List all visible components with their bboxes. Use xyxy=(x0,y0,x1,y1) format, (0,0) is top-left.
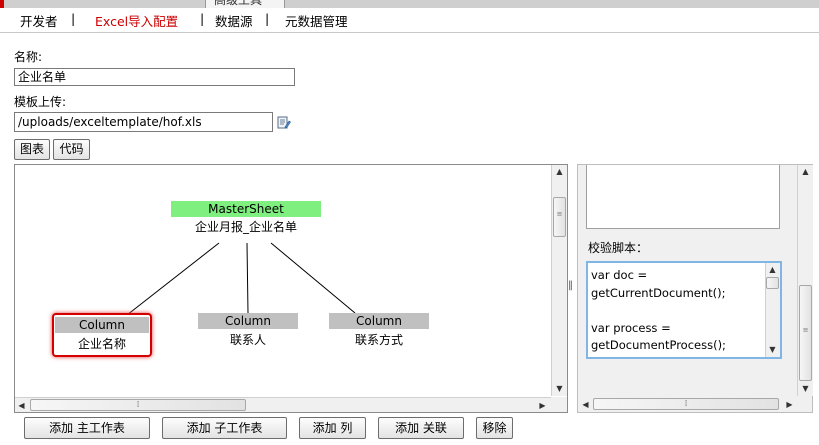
upload-icon[interactable] xyxy=(277,115,291,130)
scroll-left-icon[interactable]: ◀ xyxy=(15,399,28,412)
script-line: var doc = xyxy=(591,268,648,282)
nav-separator: | xyxy=(71,11,76,26)
scroll-left-icon[interactable]: ◀ xyxy=(579,398,592,411)
splitter-handle[interactable]: ‖ xyxy=(568,164,577,413)
column-node[interactable]: Column 联系方式 xyxy=(329,313,429,348)
scrollbar-thumb[interactable]: ⁞ xyxy=(30,399,246,411)
add-column-button[interactable]: 添加 列 xyxy=(299,417,366,439)
script-content: var doc = getCurrentDocument(); var proc… xyxy=(591,267,761,355)
nav-item-datasource[interactable]: 数据源 xyxy=(215,11,253,30)
tab-advanced-tools[interactable]: 高级工具 xyxy=(205,0,285,8)
top-tab-strip xyxy=(0,0,819,8)
validation-script-editor[interactable]: var doc = getCurrentDocument(); var proc… xyxy=(586,261,782,359)
column-node[interactable]: Column 联系人 xyxy=(198,313,298,348)
script-label: 校验脚本： xyxy=(588,241,649,255)
script-line xyxy=(591,302,761,320)
template-label: 模板上传: xyxy=(14,95,67,109)
tab-indicator xyxy=(0,0,4,8)
template-path-input[interactable]: /uploads/exceltemplate/hof.xls xyxy=(14,112,273,132)
master-sheet-name: 企业月报_企业名单 xyxy=(194,220,297,234)
master-sheet-node[interactable]: MasterSheet 企业月报_企业名单 xyxy=(171,201,321,235)
column-node-selected[interactable]: Column 企业名称 xyxy=(52,313,152,357)
add-main-sheet-button[interactable]: 添加 主工作表 xyxy=(24,417,150,439)
column-name: 联系人 xyxy=(229,333,266,347)
column-type: Column xyxy=(55,317,149,333)
name-label: 名称: xyxy=(14,50,43,64)
diagram-connectors xyxy=(126,242,356,316)
sub-nav: 开发者 | Excel导入配置 | 数据源 | 元数据管理 xyxy=(0,8,819,33)
scroll-right-icon[interactable]: ▶ xyxy=(783,398,796,411)
scroll-corner xyxy=(551,397,567,412)
scrollbar-thumb[interactable]: ⁞ xyxy=(593,398,779,410)
scrollbar-thumb[interactable]: ≡ xyxy=(799,285,812,381)
column-name: 企业名称 xyxy=(77,337,126,351)
properties-vertical-scrollbar[interactable]: ▲ ≡ ▼ xyxy=(797,165,813,396)
properties-panel: 校验脚本： var doc = getCurrentDocument(); va… xyxy=(577,164,813,413)
scroll-down-icon[interactable]: ▼ xyxy=(766,343,779,356)
splitter-grip-icon: ‖ xyxy=(568,280,573,291)
properties-textarea[interactable] xyxy=(586,165,780,229)
tab-chart-button[interactable]: 图表 xyxy=(14,139,50,160)
scroll-up-icon[interactable]: ▲ xyxy=(799,165,812,178)
nav-item-developer[interactable]: 开发者 xyxy=(20,11,58,30)
scrollbar-thumb[interactable]: ≡ xyxy=(553,197,566,237)
scroll-up-icon[interactable]: ▲ xyxy=(766,263,779,276)
nav-separator: | xyxy=(200,11,205,26)
name-input[interactable]: 企业名单 xyxy=(14,68,295,86)
tab-code-button[interactable]: 代码 xyxy=(53,139,90,160)
scroll-down-icon[interactable]: ▼ xyxy=(553,382,566,395)
column-type: Column xyxy=(198,313,298,329)
nav-separator: | xyxy=(265,11,270,26)
grip-icon: ≡ xyxy=(802,326,809,334)
grip-icon: ⁞ xyxy=(136,400,140,410)
remove-button[interactable]: 移除 xyxy=(476,417,513,439)
column-name: 联系方式 xyxy=(354,333,403,347)
scroll-right-icon[interactable]: ▶ xyxy=(536,399,549,412)
connector-line xyxy=(246,242,249,314)
script-line: getCurrentDocument(); xyxy=(591,285,726,300)
scrollbar-thumb[interactable] xyxy=(766,277,779,289)
column-type: Column xyxy=(329,313,429,329)
nav-item-metadata[interactable]: 元数据管理 xyxy=(285,11,348,30)
script-line: getDocumentProcess(); xyxy=(591,338,726,352)
tab-advanced-tools-label: 高级工具 xyxy=(214,0,263,7)
master-sheet-type: MasterSheet xyxy=(171,201,321,217)
script-line: var process = xyxy=(591,320,671,335)
grip-icon: ⁞ xyxy=(684,399,688,409)
diagram-horizontal-scrollbar[interactable]: ◀ ⁞ ▶ xyxy=(15,397,551,412)
connector-line xyxy=(126,242,220,316)
nav-item-excel-import[interactable]: Excel导入配置 xyxy=(95,11,178,30)
diagram-vertical-scrollbar[interactable]: ▲ ≡ ▼ xyxy=(551,165,567,396)
properties-horizontal-scrollbar[interactable]: ◀ ⁞ ▶ xyxy=(579,397,797,412)
grip-icon: ≡ xyxy=(556,210,563,218)
add-relation-button[interactable]: 添加 关联 xyxy=(378,417,464,439)
scroll-up-icon[interactable]: ▲ xyxy=(553,165,566,178)
diagram-canvas[interactable]: MasterSheet 企业月报_企业名单 Column 企业名称 Column… xyxy=(15,165,551,396)
connector-line xyxy=(270,242,356,314)
add-sub-sheet-button[interactable]: 添加 子工作表 xyxy=(162,417,287,439)
editor-scrollbar[interactable]: ▲ ▼ xyxy=(765,263,780,357)
scroll-down-icon[interactable]: ▼ xyxy=(799,382,812,395)
